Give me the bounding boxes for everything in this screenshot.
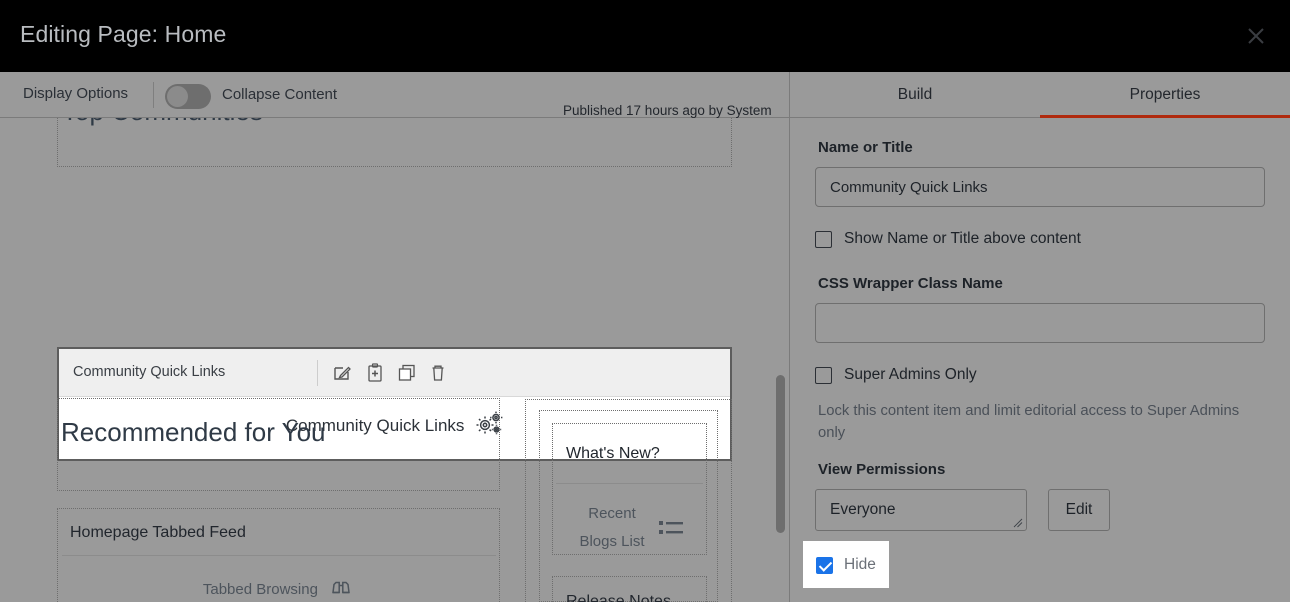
recent-blogs-line2: Blogs List — [579, 533, 645, 550]
hide-checkbox-row[interactable]: Hide — [816, 556, 876, 574]
properties-panel: Name or Title Show Name or Title above c… — [790, 118, 1290, 602]
toolbar-divider — [153, 82, 154, 108]
show-name-checkbox-row[interactable]: Show Name or Title above content — [815, 230, 1081, 248]
collapse-content-label: Collapse Content — [222, 86, 338, 103]
whats-new-divider — [556, 483, 703, 484]
clipboard-plus-icon[interactable] — [365, 363, 385, 383]
tab-build-label: Build — [897, 86, 933, 103]
super-admins-checkbox[interactable] — [815, 366, 832, 384]
widget-divider — [62, 555, 496, 556]
binoculars-icon — [329, 578, 353, 602]
tab-build[interactable]: Build — [790, 72, 1040, 118]
css-wrapper-input[interactable] — [815, 303, 1265, 343]
selected-widget-label: Community Quick Links — [73, 364, 226, 380]
editor-header: Editing Page: Home — [0, 0, 1290, 72]
tab-properties[interactable]: Properties — [1040, 72, 1290, 118]
widget-homepage-tabbed-feed-title: Homepage Tabbed Feed — [70, 524, 246, 541]
page-title: Editing Page: Home — [20, 21, 227, 47]
view-permissions-label: View Permissions — [818, 461, 946, 478]
page-editor-overlay: Editing Page: Home Display Options Colla… — [0, 0, 1290, 602]
view-permissions-select[interactable]: Everyone — [815, 489, 1027, 531]
resize-grip-icon[interactable] — [1013, 518, 1023, 528]
super-admins-checkbox-row[interactable]: Super Admins Only — [815, 366, 977, 384]
widget-release-notes-title: Release Notes — [566, 593, 671, 602]
published-status: Published 17 hours ago by System — [563, 103, 772, 118]
show-name-checkbox[interactable] — [815, 230, 832, 248]
toggle-knob — [167, 86, 188, 107]
super-admins-checkbox-label: Super Admins Only — [844, 366, 977, 383]
widget-top-communities-title: Top Communities — [62, 118, 263, 127]
tabbed-browsing-label: Tabbed Browsing — [202, 581, 318, 598]
list-icon — [658, 518, 684, 545]
canvas-scrollbar-thumb[interactable] — [776, 375, 785, 533]
name-or-title-input[interactable] — [815, 167, 1265, 207]
selected-widget-toolbar: Community Quick Links — [59, 349, 730, 397]
display-options-label: Display Options — [23, 85, 129, 102]
show-name-checkbox-label: Show Name or Title above content — [844, 230, 1081, 247]
page-canvas: Top Communities Community Quick Links — [0, 118, 789, 602]
widget-whats-new-title: What's New? — [566, 445, 660, 462]
widget-recommended-for-you-title: Recommended for You — [61, 417, 326, 447]
recent-blogs-line1: Recent — [588, 505, 636, 522]
widget-homepage-tabbed-feed-placeholder: Tabbed Browsing — [58, 578, 498, 602]
close-icon[interactable] — [1242, 22, 1270, 50]
view-permissions-value: Everyone — [830, 501, 896, 518]
panel-tabs: Build Properties — [790, 72, 1290, 118]
trash-icon[interactable] — [428, 363, 448, 383]
widget-whats-new-placeholder: Recent Blogs List — [552, 500, 672, 556]
hide-checkbox[interactable] — [816, 556, 833, 574]
tab-properties-label: Properties — [1129, 86, 1201, 103]
css-wrapper-label: CSS Wrapper Class Name — [818, 275, 1003, 292]
super-admins-help-text: Lock this content item and limit editori… — [818, 403, 1240, 441]
edit-permissions-button[interactable]: Edit — [1048, 489, 1110, 531]
name-or-title-label: Name or Title — [818, 139, 913, 156]
copy-icon[interactable] — [397, 363, 417, 383]
collapse-content-toggle[interactable] — [165, 84, 211, 109]
toolbar-separator — [317, 360, 318, 386]
edit-icon[interactable] — [332, 363, 352, 383]
hide-checkbox-label: Hide — [844, 556, 876, 573]
